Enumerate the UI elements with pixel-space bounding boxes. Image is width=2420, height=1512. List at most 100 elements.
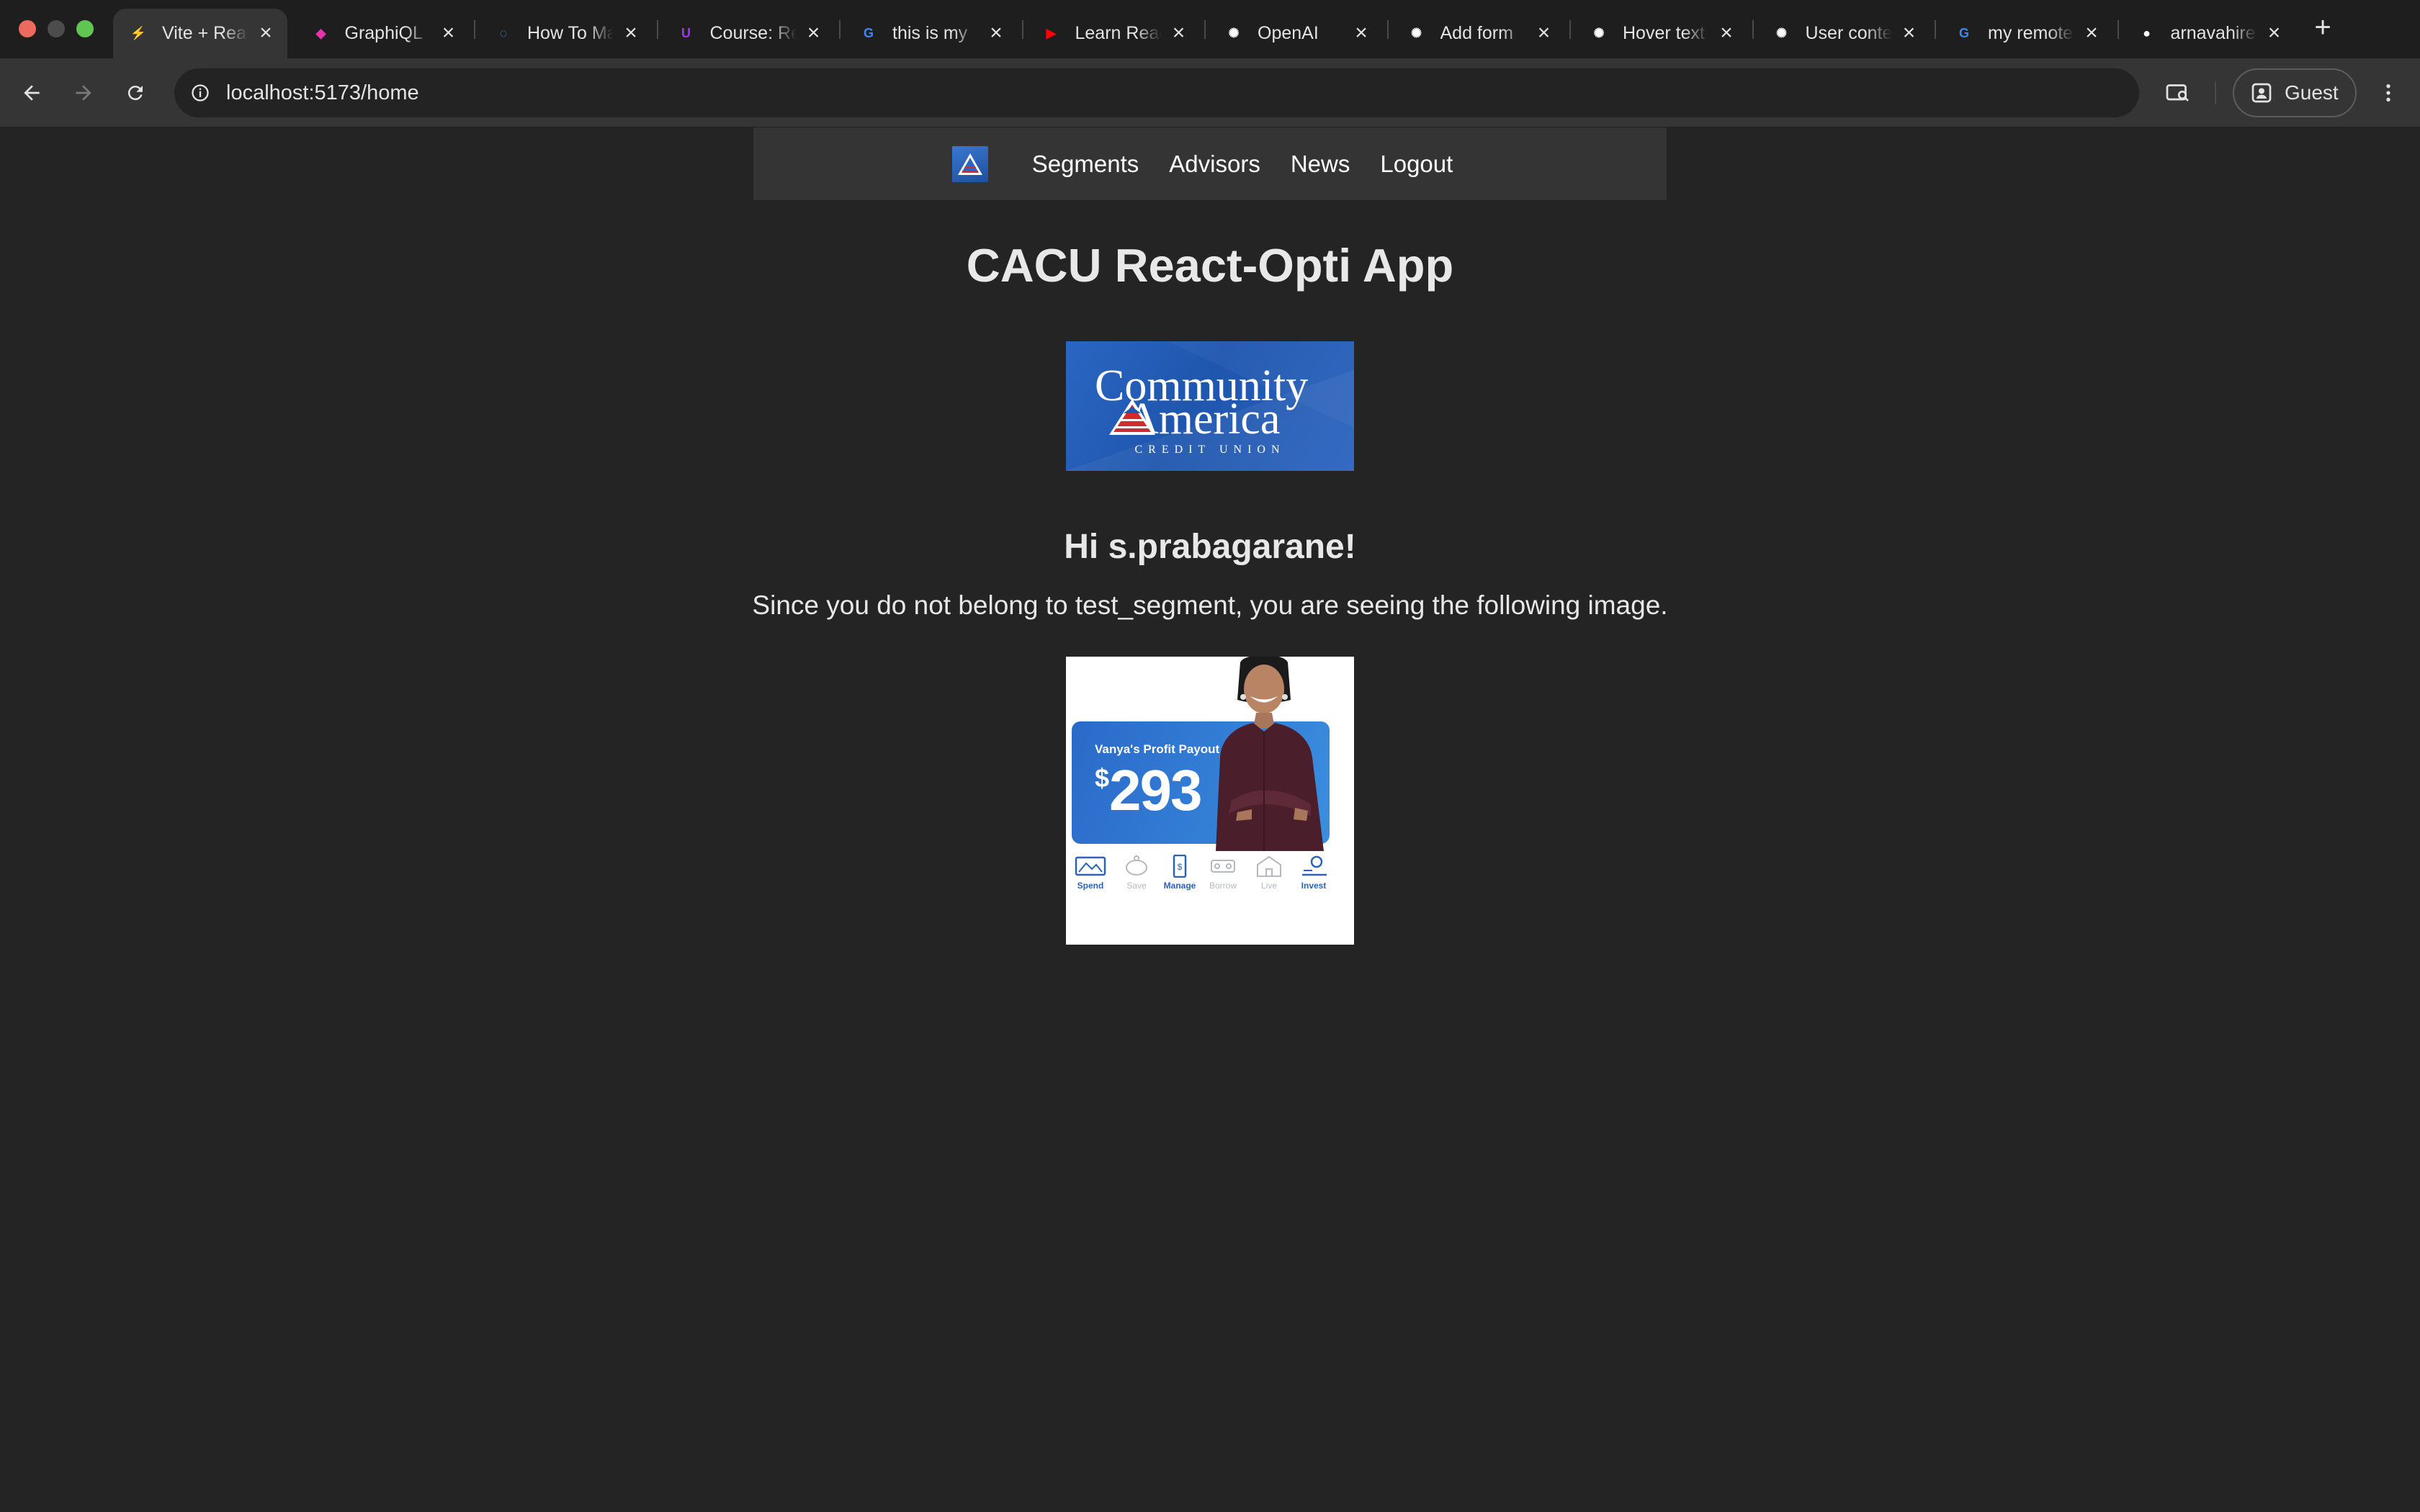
search-tabs-button[interactable] bbox=[2161, 76, 2195, 110]
google-icon: G bbox=[1958, 26, 1969, 40]
profile-button[interactable]: Guest bbox=[2233, 68, 2357, 117]
address-bar[interactable]: localhost:5173/home bbox=[174, 68, 2139, 117]
category-save: Save bbox=[1115, 855, 1158, 891]
loading-icon: ◌ bbox=[499, 26, 508, 40]
youtube-icon: ▶ bbox=[1046, 26, 1057, 40]
tab-separator bbox=[656, 20, 658, 39]
tab-title: Learn React bbox=[1075, 23, 1162, 43]
close-icon[interactable]: × bbox=[1898, 22, 1921, 45]
category-label: Save bbox=[1126, 881, 1147, 891]
forward-button[interactable] bbox=[66, 76, 101, 110]
web-page: Segments Advisors News Logout CACU React… bbox=[0, 127, 2420, 1512]
close-icon[interactable]: × bbox=[985, 22, 1008, 45]
tab-separator bbox=[839, 20, 841, 39]
url-text[interactable]: localhost:5173/home bbox=[226, 68, 419, 117]
promo-amount-value: 293 bbox=[1109, 758, 1202, 822]
maximize-window-button[interactable] bbox=[76, 20, 94, 37]
openai-icon: ✺ bbox=[1775, 26, 1788, 40]
minimize-window-button[interactable] bbox=[48, 20, 65, 37]
close-icon[interactable]: × bbox=[1715, 22, 1738, 45]
reload-button[interactable] bbox=[118, 76, 153, 110]
site-logo[interactable] bbox=[951, 145, 988, 182]
close-icon[interactable]: × bbox=[437, 22, 460, 45]
site-info-icon[interactable] bbox=[186, 78, 215, 107]
category-label: Borrow bbox=[1209, 881, 1237, 891]
tab-separator bbox=[1204, 20, 1206, 39]
close-icon[interactable]: × bbox=[1533, 22, 1556, 45]
category-label: Invest bbox=[1301, 881, 1327, 891]
category-row: Spend Save $ Manage Borrow Live Invest bbox=[1066, 855, 1354, 912]
tab-strip: ⚡ Vite + React + TS × ◆ GraphiQL × ◌ How To Mak… bbox=[0, 0, 2420, 58]
tab-separator bbox=[2117, 20, 2119, 39]
tab-separator bbox=[1021, 20, 1023, 39]
close-window-button[interactable] bbox=[19, 20, 36, 37]
site-navbar: Segments Advisors News Logout bbox=[753, 127, 1667, 200]
close-icon[interactable]: × bbox=[2080, 22, 2103, 45]
browser-tab[interactable]: ✺ OpenAI × bbox=[1209, 9, 1383, 58]
close-icon[interactable]: × bbox=[1350, 22, 1373, 45]
profile-label: Guest bbox=[2285, 81, 2339, 104]
vite-icon: ⚡ bbox=[130, 26, 147, 40]
brand-line3: CREDIT UNION bbox=[1134, 444, 1285, 456]
tab-separator bbox=[1386, 20, 1389, 39]
tab-title: How To Make bbox=[527, 23, 614, 43]
close-icon[interactable]: × bbox=[2263, 22, 2286, 45]
nav-link-segments[interactable]: Segments bbox=[1032, 150, 1139, 178]
promo-image: Vanya's Profit Payout $293 Spend Save $ … bbox=[1066, 657, 1354, 945]
tab-title: my remote bbox=[1988, 23, 2074, 43]
github-icon: ● bbox=[2143, 26, 2151, 40]
flag-triangle-icon bbox=[957, 153, 982, 175]
promo-caption: Vanya's Profit Payout bbox=[1095, 742, 1220, 756]
browser-tab[interactable]: ✺ User context × bbox=[1757, 9, 1931, 58]
close-icon[interactable]: × bbox=[802, 22, 825, 45]
phone-icon: $ bbox=[1173, 855, 1187, 878]
tab-title: Vite + React + TS bbox=[162, 23, 248, 43]
category-label: Live bbox=[1260, 881, 1277, 891]
openai-icon: ✺ bbox=[1228, 26, 1240, 40]
tab-title: Course: React bbox=[709, 23, 797, 43]
community-america-logo: Community America CREDIT UNION bbox=[1066, 341, 1354, 471]
promo-amount: $293 bbox=[1095, 757, 1203, 824]
close-icon[interactable]: × bbox=[619, 22, 642, 45]
nav-link-advisors[interactable]: Advisors bbox=[1169, 150, 1260, 178]
browser-tab[interactable]: ▶ Learn React × bbox=[1026, 9, 1201, 58]
kebab-menu-icon bbox=[2386, 84, 2390, 102]
back-button[interactable] bbox=[14, 76, 49, 110]
browser-tab[interactable]: ◆ GraphiQL × bbox=[296, 9, 470, 58]
svg-text:$: $ bbox=[1178, 862, 1183, 872]
tab-title: OpenAI bbox=[1258, 23, 1319, 43]
category-live: Live bbox=[1247, 855, 1291, 891]
udemy-icon: U bbox=[681, 26, 691, 40]
browser-tab[interactable]: ⚡ Vite + React + TS × bbox=[113, 9, 287, 58]
new-tab-button[interactable]: + bbox=[2308, 13, 2337, 43]
category-label: Spend bbox=[1077, 881, 1104, 891]
tab-title: arnavahire bbox=[2170, 23, 2256, 43]
tab-separator bbox=[1752, 20, 1754, 39]
browser-tab[interactable]: ✺ Add form × bbox=[1392, 9, 1566, 58]
piggy-bank-icon bbox=[1126, 855, 1147, 876]
tab-separator bbox=[1569, 20, 1571, 39]
greeting-heading: Hi s.prabagarane! bbox=[1064, 528, 1356, 566]
browser-tab[interactable]: U Course: React× bbox=[661, 9, 835, 58]
tab-title: this is my bbox=[892, 23, 968, 43]
tab-title: User context bbox=[1805, 23, 1892, 43]
browser-tab[interactable]: ● arnavahire × bbox=[2122, 9, 2296, 58]
tab-title: Hover text bbox=[1623, 23, 1705, 43]
browser-tab[interactable]: Gthis is my × bbox=[843, 9, 1018, 58]
category-spend: Spend bbox=[1069, 855, 1112, 891]
category-borrow: Borrow bbox=[1201, 855, 1245, 891]
nav-link-logout[interactable]: Logout bbox=[1380, 150, 1453, 178]
nav-link-news[interactable]: News bbox=[1291, 150, 1350, 178]
brand-line2: America bbox=[1126, 395, 1280, 444]
browser-menu-button[interactable] bbox=[2371, 76, 2406, 110]
openai-icon: ✺ bbox=[1410, 26, 1422, 40]
car-icon bbox=[1211, 860, 1235, 873]
browser-tab[interactable]: Gmy remote × bbox=[1939, 9, 2113, 58]
browser-tab[interactable]: ✺ Hover text × bbox=[1574, 9, 1748, 58]
category-manage: $ Manage bbox=[1158, 855, 1201, 891]
browser-tab[interactable]: ◌ How To Make× bbox=[478, 9, 653, 58]
close-icon[interactable]: × bbox=[1168, 22, 1191, 45]
close-icon[interactable]: × bbox=[254, 22, 277, 45]
graphiql-icon: ◆ bbox=[315, 26, 326, 40]
tab-separator bbox=[474, 20, 475, 39]
